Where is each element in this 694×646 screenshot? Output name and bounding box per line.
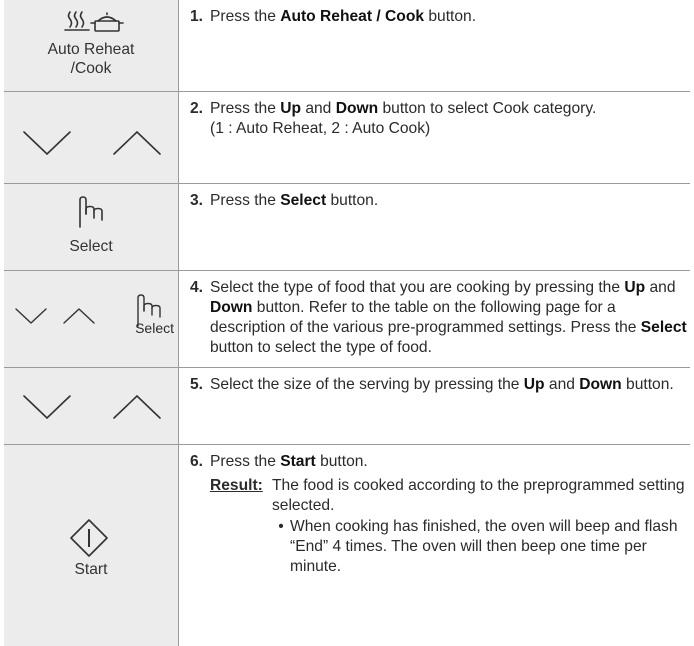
step-row-6: Start 6. Press the Start button. Result:… bbox=[4, 445, 690, 646]
icon-cell-5 bbox=[4, 368, 179, 444]
bullet-dot: • bbox=[278, 518, 284, 535]
step-number: 4. bbox=[190, 279, 204, 296]
instruction-table: Auto Reheat /Cook 1. Press the Auto Rehe… bbox=[4, 0, 690, 646]
step-number: 2. bbox=[190, 100, 204, 117]
step-number: 6. bbox=[190, 453, 204, 470]
category-options: (1 : Auto Reheat, 2 : Auto Cook) bbox=[210, 120, 431, 137]
step-text: and bbox=[645, 279, 676, 296]
step-row-4: Select 4. Select the type of food that y… bbox=[4, 271, 690, 368]
bullet-text: When cooking has finished, the oven will… bbox=[290, 518, 678, 575]
step-text: button. bbox=[424, 8, 477, 25]
step-text: Press the bbox=[210, 192, 281, 209]
icon-label-cook: /Cook bbox=[70, 60, 112, 77]
step-text-5: 5. Select the size of the serving by pre… bbox=[190, 375, 688, 395]
button-name: Start bbox=[280, 453, 316, 470]
step-text-6: 6. Press the Start button. Result: The f… bbox=[190, 452, 688, 577]
icon-cell-4: Select bbox=[4, 271, 179, 367]
icon-label-start: Start bbox=[74, 561, 108, 578]
step-text: Press the bbox=[210, 100, 281, 117]
icon-label-select-small: Select bbox=[135, 320, 174, 336]
down-up-arrows-icon bbox=[23, 130, 161, 156]
button-name: Auto Reheat / Cook bbox=[280, 8, 425, 25]
result-text: The food is cooked according to the prep… bbox=[272, 477, 685, 514]
step-text: Select the size of the serving by pressi… bbox=[210, 376, 524, 393]
step-text: and bbox=[544, 376, 580, 393]
hand-pointer-icon bbox=[79, 196, 103, 228]
down-up-select-icon bbox=[15, 294, 161, 327]
result-block: Result: The food is cooked according to … bbox=[210, 476, 688, 577]
step-row-2: 2. Press the Up and Down button to selec… bbox=[4, 92, 690, 184]
icon-cell-2 bbox=[4, 92, 179, 183]
step-text-2: 2. Press the Up and Down button to selec… bbox=[190, 99, 688, 139]
step-number: 5. bbox=[190, 376, 204, 393]
button-name: Down bbox=[579, 376, 622, 393]
step-text-3: 3. Press the Select button. bbox=[190, 191, 688, 211]
button-name: Up bbox=[624, 279, 646, 296]
icon-label-auto-reheat: Auto Reheat bbox=[47, 41, 135, 58]
step-text: button. Refer to the table on the follow… bbox=[210, 299, 641, 336]
bullet-item: • When cooking has finished, the oven wi… bbox=[272, 517, 688, 577]
button-name: Select bbox=[280, 192, 327, 209]
step-row-5: 5. Select the size of the serving by pre… bbox=[4, 368, 690, 445]
step-text: Press the bbox=[210, 453, 281, 470]
button-name: Down bbox=[335, 100, 379, 117]
step-number: 3. bbox=[190, 192, 204, 209]
result-label: Result: bbox=[210, 477, 263, 494]
button-name: Up bbox=[280, 100, 301, 117]
step-row-1: Auto Reheat /Cook 1. Press the Auto Rehe… bbox=[4, 0, 690, 92]
icon-cell-6: Start bbox=[4, 445, 179, 646]
icon-cell-1: Auto Reheat /Cook bbox=[4, 0, 179, 91]
step-text: button. bbox=[326, 192, 379, 209]
step-text-1: 1. Press the Auto Reheat / Cook button. bbox=[190, 7, 688, 27]
button-name: Down bbox=[210, 299, 253, 316]
icon-cell-3: Select bbox=[4, 184, 179, 270]
icon-label-select: Select bbox=[69, 238, 113, 255]
start-diamond-icon bbox=[70, 519, 108, 557]
step-text: and bbox=[301, 100, 336, 117]
button-name: Select bbox=[640, 319, 687, 336]
step-text-4: 4. Select the type of food that you are … bbox=[190, 278, 688, 358]
step-text: Select the type of food that you are coo… bbox=[210, 279, 625, 296]
step-text: Press the bbox=[210, 8, 281, 25]
step-number: 1. bbox=[190, 8, 204, 25]
step-text: button to select the type of food. bbox=[210, 339, 432, 356]
step-text: button. bbox=[621, 376, 674, 393]
step-text: button. bbox=[315, 453, 368, 470]
step-row-3: Select 3. Press the Select button. bbox=[4, 184, 690, 271]
step-text: button to select Cook category. bbox=[378, 100, 597, 117]
button-name: Up bbox=[523, 376, 545, 393]
down-up-arrows-icon bbox=[23, 394, 161, 420]
